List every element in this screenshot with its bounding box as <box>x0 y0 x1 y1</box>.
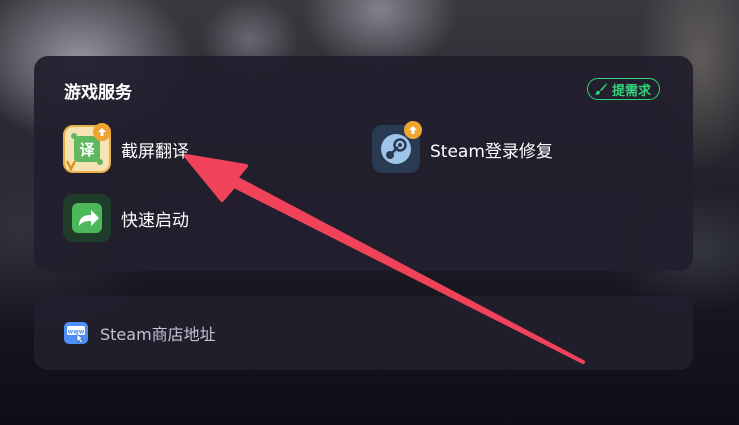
quick-launch-icon <box>63 194 111 242</box>
www-icon: www <box>64 322 88 344</box>
steam-store-link-label: Steam商店地址 <box>100 325 216 344</box>
svg-text:译: 译 <box>79 141 95 159</box>
service-label: Steam登录修复 <box>430 141 553 162</box>
translate-icon: 译 <box>63 123 111 173</box>
game-services-panel: 游戏服务 提需求 译 截屏翻译 Steam登录修复 快速启动 <box>34 56 693 271</box>
upgrade-badge-icon <box>93 123 111 141</box>
steam-store-link[interactable]: www Steam商店地址 <box>64 321 216 345</box>
steam-icon <box>372 121 422 173</box>
panel-title: 游戏服务 <box>64 83 132 103</box>
service-label: 快速启动 <box>121 210 189 231</box>
steam-store-link-panel[interactable]: www Steam商店地址 <box>34 296 693 370</box>
submit-request-label: 提需求 <box>611 83 651 99</box>
upgrade-badge-icon <box>404 121 422 139</box>
service-steam-login-fix[interactable]: Steam登录修复 <box>372 121 553 173</box>
service-screenshot-translate[interactable]: 译 截屏翻译 <box>63 123 189 173</box>
brush-icon <box>594 82 608 96</box>
submit-request-button[interactable]: 提需求 <box>586 78 660 100</box>
svg-text:www: www <box>68 329 85 336</box>
service-quick-launch[interactable]: 快速启动 <box>63 194 189 242</box>
service-label: 截屏翻译 <box>121 141 189 162</box>
